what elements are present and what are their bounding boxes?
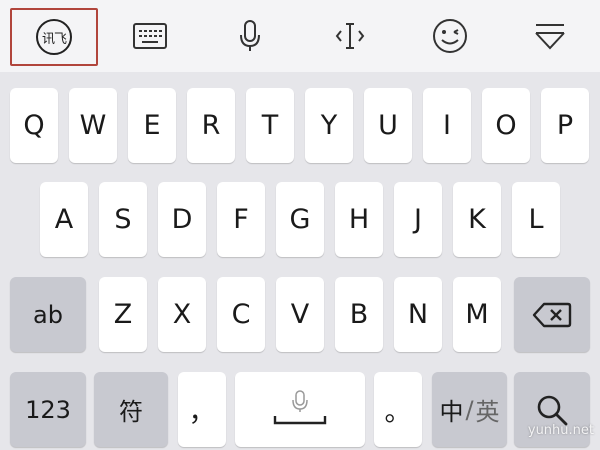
- voice-input-button[interactable]: [220, 0, 280, 72]
- key-u[interactable]: U: [364, 88, 412, 163]
- keyboard-area: Q W E R T Y U I O P A S D F G H J K L ab…: [0, 72, 600, 450]
- emoji-icon: [433, 19, 467, 53]
- logo-text: 讯飞: [41, 31, 67, 47]
- key-z[interactable]: Z: [99, 277, 147, 352]
- space-mic-icon: [273, 389, 327, 424]
- emoji-button[interactable]: [420, 0, 480, 72]
- cursor-move-button[interactable]: [320, 0, 380, 72]
- space-key[interactable]: [235, 372, 365, 447]
- key-b[interactable]: B: [335, 277, 383, 352]
- key-q[interactable]: Q: [10, 88, 58, 163]
- keyboard-button[interactable]: [120, 0, 180, 72]
- collapse-keyboard-button[interactable]: [520, 0, 580, 72]
- language-switch-key[interactable]: 中 / 英: [432, 372, 507, 447]
- microphone-icon: [240, 20, 260, 51]
- key-t[interactable]: T: [246, 88, 294, 163]
- watermark: yunhu.net: [527, 423, 594, 438]
- keyboard-toolbar: 讯飞: [0, 0, 600, 72]
- key-h[interactable]: H: [335, 182, 383, 257]
- key-v[interactable]: V: [276, 277, 324, 352]
- key-p[interactable]: P: [541, 88, 589, 163]
- key-m[interactable]: M: [453, 277, 501, 352]
- key-c[interactable]: C: [217, 277, 265, 352]
- iflytek-logo-icon: 讯飞: [36, 19, 72, 55]
- key-a[interactable]: A: [40, 182, 88, 257]
- key-i[interactable]: I: [423, 88, 471, 163]
- backspace-key[interactable]: [514, 277, 590, 352]
- symbols-key[interactable]: 符: [94, 372, 168, 447]
- key-r[interactable]: R: [187, 88, 235, 163]
- key-o[interactable]: O: [482, 88, 530, 163]
- key-n[interactable]: N: [394, 277, 442, 352]
- keyboard-icon: [133, 23, 167, 49]
- collapse-keyboard-icon: [535, 24, 565, 50]
- key-l[interactable]: L: [512, 182, 560, 257]
- key-e[interactable]: E: [128, 88, 176, 163]
- key-g[interactable]: G: [276, 182, 324, 257]
- key-s[interactable]: S: [99, 182, 147, 257]
- key-w[interactable]: W: [69, 88, 117, 163]
- key-y[interactable]: Y: [305, 88, 353, 163]
- iflytek-logo-button[interactable]: 讯飞: [10, 8, 98, 66]
- period-key[interactable]: 。: [374, 372, 422, 447]
- comma-key[interactable]: ，: [178, 372, 226, 447]
- key-x[interactable]: X: [158, 277, 206, 352]
- ab-toggle-key[interactable]: ab: [10, 277, 86, 352]
- key-d[interactable]: D: [158, 182, 206, 257]
- backspace-icon: [532, 302, 572, 327]
- key-j[interactable]: J: [394, 182, 442, 257]
- text-cursor-icon: [335, 23, 365, 49]
- key-k[interactable]: K: [453, 182, 501, 257]
- numbers-key[interactable]: 123: [10, 372, 86, 447]
- key-f[interactable]: F: [217, 182, 265, 257]
